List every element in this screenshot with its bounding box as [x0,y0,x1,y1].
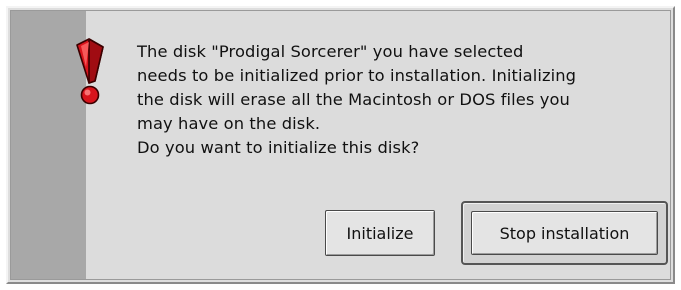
initialize-button[interactable]: Initialize [325,210,435,256]
alert-dialog-body: The disk "Prodigal Sorcerer" you have se… [10,10,671,280]
message-question: Do you want to initialize this disk? [137,138,420,157]
stop-installation-button[interactable]: Stop installation [471,211,658,255]
exclamation-alert-icon [76,38,104,105]
alert-dialog: The disk "Prodigal Sorcerer" you have se… [6,6,675,284]
message-line: needs to be initialized prior to install… [137,66,577,85]
default-button-ring: Stop installation [461,201,668,265]
message-line: may have on the disk. [137,114,321,133]
message-line: The disk "Prodigal Sorcerer" you have se… [137,42,524,61]
message-line: the disk will erase all the Macintosh or… [137,90,570,109]
dialog-message: The disk "Prodigal Sorcerer" you have se… [137,40,672,160]
